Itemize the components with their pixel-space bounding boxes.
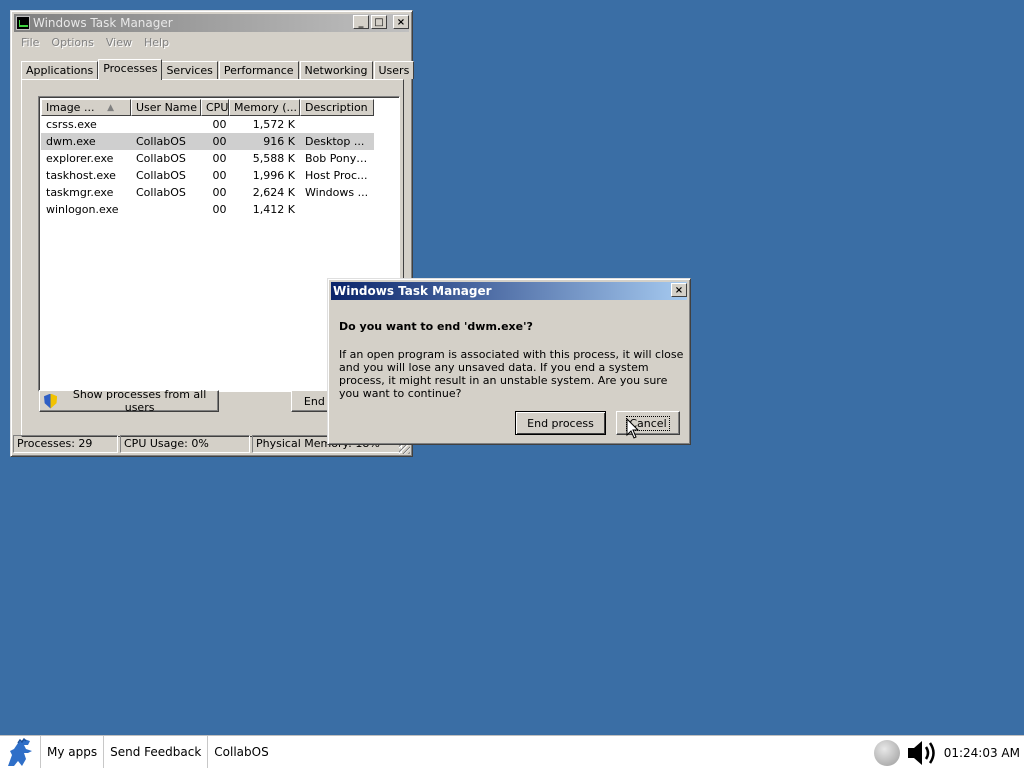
tab-strip: Applications Processes Services Performa… xyxy=(21,59,415,80)
dialog-close-button[interactable]: × xyxy=(671,283,687,297)
menu-help[interactable]: Help xyxy=(138,34,175,52)
menu-file[interactable]: File xyxy=(15,34,45,52)
confirm-end-process-button[interactable]: End process xyxy=(515,411,606,435)
clock[interactable]: 01:24:03 AM xyxy=(944,746,1024,760)
network-globe-icon[interactable] xyxy=(873,739,900,766)
tab-services[interactable]: Services xyxy=(161,61,218,79)
column-memory[interactable]: Memory (... xyxy=(229,99,300,116)
dialog-heading: Do you want to end 'dwm.exe'? xyxy=(339,320,533,333)
table-row[interactable]: csrss.exe 00 1,572 K xyxy=(41,116,374,133)
taskbar: My apps Send Feedback CollabOS 01:24:03 … xyxy=(0,735,1024,768)
menu-options[interactable]: Options xyxy=(45,34,99,52)
task-manager-icon xyxy=(16,16,30,30)
taskbar-send-feedback[interactable]: Send Feedback xyxy=(103,735,207,768)
status-processes: Processes: 29 xyxy=(13,435,118,453)
close-button[interactable]: × xyxy=(393,15,409,29)
system-tray: 01:24:03 AM xyxy=(873,736,1024,768)
tab-performance[interactable]: Performance xyxy=(218,61,299,79)
maximize-button[interactable]: □ xyxy=(371,15,387,29)
taskbar-my-apps[interactable]: My apps xyxy=(40,735,103,768)
tab-networking[interactable]: Networking xyxy=(299,61,373,79)
speaker-volume-icon[interactable] xyxy=(906,738,940,768)
menu-view[interactable]: View xyxy=(100,34,138,52)
menu-bar: File Options View Help xyxy=(15,34,175,52)
column-image-name[interactable]: Image ... ▲ xyxy=(41,99,131,116)
table-row[interactable]: explorer.exe CollabOS 00 5,588 K Bob Pon… xyxy=(41,150,374,167)
tab-users[interactable]: Users xyxy=(373,61,415,79)
task-manager-title: Windows Task Manager xyxy=(33,16,173,30)
tab-processes[interactable]: Processes xyxy=(98,59,163,80)
minimize-button[interactable]: _ xyxy=(353,15,369,29)
column-description[interactable]: Description xyxy=(300,99,374,116)
task-manager-titlebar[interactable]: Windows Task Manager _ □ × xyxy=(14,14,409,32)
dialog-titlebar[interactable]: Windows Task Manager × xyxy=(331,282,687,300)
start-button[interactable] xyxy=(0,736,40,768)
table-row[interactable]: taskmgr.exe CollabOS 00 2,624 K Windows … xyxy=(41,184,374,201)
table-row-selected[interactable]: dwm.exe CollabOS 00 916 K Desktop ... xyxy=(41,133,374,150)
dinosaur-logo-icon xyxy=(8,737,32,766)
column-cpu[interactable]: CPU xyxy=(201,99,229,116)
status-cpu-usage: CPU Usage: 0% xyxy=(120,435,250,453)
taskbar-collabos[interactable]: CollabOS xyxy=(207,735,274,768)
dialog-title: Windows Task Manager xyxy=(333,284,492,298)
tab-applications[interactable]: Applications xyxy=(21,61,99,79)
table-row[interactable]: taskhost.exe CollabOS 00 1,996 K Host Pr… xyxy=(41,167,374,184)
column-user-name[interactable]: User Name xyxy=(131,99,201,116)
table-row[interactable]: winlogon.exe 00 1,412 K xyxy=(41,201,374,218)
sort-ascending-icon: ▲ xyxy=(107,103,114,113)
process-rows: csrss.exe 00 1,572 K dwm.exe CollabOS 00… xyxy=(41,116,374,218)
process-list-header: Image ... ▲ User Name CPU Memory (... De… xyxy=(41,99,374,116)
show-all-users-button[interactable]: Show processes from all users xyxy=(39,388,219,414)
uac-shield-icon xyxy=(44,393,58,409)
dialog-message: If an open program is associated with th… xyxy=(339,348,684,400)
mouse-pointer-icon xyxy=(626,418,640,439)
